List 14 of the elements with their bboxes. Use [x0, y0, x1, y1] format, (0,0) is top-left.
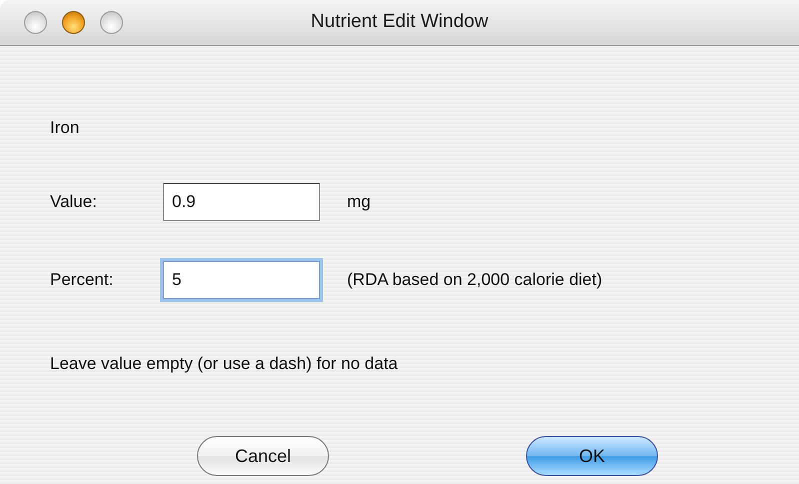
field-label: Value:: [50, 191, 98, 214]
window-control-button[interactable]: [100, 11, 123, 34]
input-field[interactable]: 0.9: [163, 183, 320, 221]
field-label: Percent:: [50, 269, 114, 292]
cancel-button[interactable]: Cancel: [197, 436, 329, 476]
window-control-button[interactable]: [62, 11, 85, 34]
window-title: Nutrient Edit Window: [310, 10, 488, 34]
input-field[interactable]: 5: [163, 261, 320, 299]
window-control-button[interactable]: [24, 11, 47, 34]
hint-text: Leave value empty (or use a dash) for no data: [50, 354, 398, 374]
ok-button[interactable]: OK: [526, 436, 658, 476]
nutrient-name: Iron: [50, 118, 80, 138]
field-note: mg: [347, 191, 371, 214]
field-note: (RDA based on 2,000 calorie diet): [347, 269, 602, 292]
